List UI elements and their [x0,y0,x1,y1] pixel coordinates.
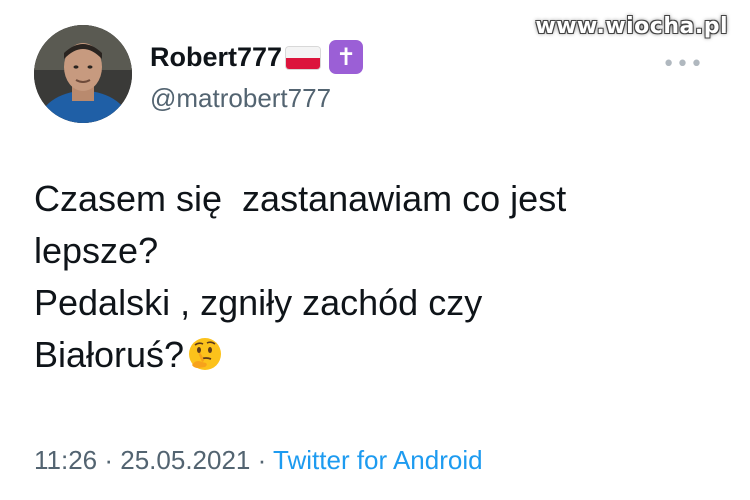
tweet-date[interactable]: 25.05.2021 [120,445,250,475]
tweet-time[interactable]: 11:26 [34,445,97,475]
display-name[interactable]: Robert777 ✝ [150,40,364,74]
poland-flag-icon [286,47,321,69]
tweet-text: Czasem się zastanawiam co jest lepsze? P… [34,173,714,381]
tweet-line: Czasem się zastanawiam co jest [34,178,567,219]
avatar[interactable] [34,25,132,123]
thinking-face-icon [186,335,224,373]
tweet-line: lepsze? [34,230,159,271]
user-handle[interactable]: @matrobert777 [150,83,331,114]
tweet-card: www.wiocha.pl Robert777 ✝ @matrobert777 … [0,0,750,500]
tweet-source-link[interactable]: Twitter for Android [273,445,483,475]
watermark: www.wiocha.pl [535,14,728,39]
tweet-line: Pedalski , zgniły zachód czy [34,282,483,323]
tweet-line-text: Białoruś? [34,334,185,375]
more-options-icon[interactable]: ••• [662,52,704,77]
tweet-meta: 11:26 · 25.05.2021 · Twitter for Android [34,445,483,476]
meta-separator: · [250,445,274,475]
latin-cross-icon: ✝ [329,40,364,74]
tweet-line-last: Białoruś? [34,329,714,381]
meta-separator: · [97,445,121,475]
display-name-text: Robert777 [150,41,283,72]
